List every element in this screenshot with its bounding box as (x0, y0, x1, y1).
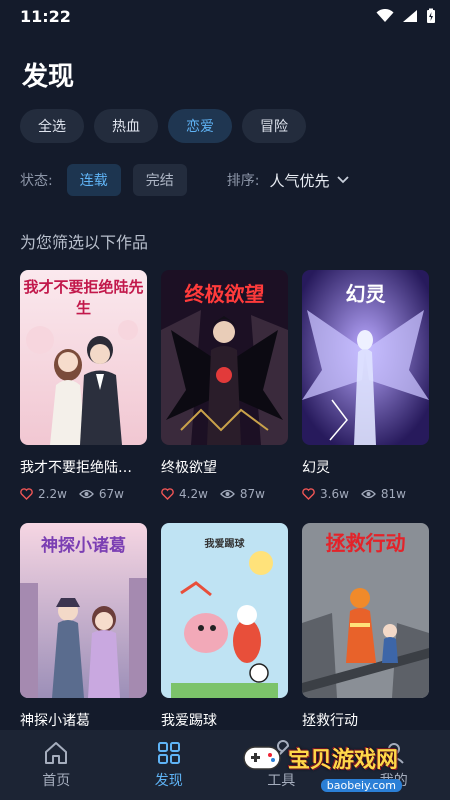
page-title: 发现 (22, 62, 75, 92)
nav-home[interactable]: 首页 (6, 740, 106, 790)
watermark: 宝贝游戏网 baobeiy.com (242, 736, 442, 792)
work-card[interactable]: 我才不要拒绝陆先生 我才不要拒绝陆… 2.2w 67w (20, 270, 147, 501)
heart-icon (161, 488, 174, 500)
gamepad-icon (243, 746, 281, 770)
work-cover[interactable]: 我才不要拒绝陆先生 (20, 270, 147, 445)
grid-icon (157, 742, 180, 764)
tag-hot-blood[interactable]: 热血 (94, 109, 158, 143)
watermark-url: baobeiy.com (320, 779, 402, 792)
cover-title: 我爱踢球 (204, 539, 245, 550)
likes-stat: 3.6w (302, 487, 349, 501)
home-icon (45, 742, 68, 764)
tag-all[interactable]: 全选 (20, 109, 84, 143)
cover-title: 幻灵 (345, 282, 386, 306)
sort-dropdown[interactable]: 人气优先 (269, 170, 329, 191)
chevron-down-icon[interactable] (337, 176, 350, 184)
work-cover[interactable]: 幻灵 (302, 270, 429, 445)
work-stats: 3.6w 81w (302, 487, 429, 501)
sort-label: 排序: (226, 173, 260, 189)
views-count: 87w (239, 487, 265, 501)
work-cover[interactable]: 拯救行动 (302, 523, 429, 698)
work-cover[interactable]: 神探小诸葛 (20, 523, 147, 698)
eye-icon (220, 489, 235, 499)
nav-home-label: 首页 (42, 773, 71, 789)
work-card[interactable]: 拯救行动 拯救行动 (302, 523, 429, 730)
nav-discover-label: 发现 (154, 773, 183, 789)
work-title[interactable]: 神探小诸葛 (20, 710, 147, 730)
signal-icon (403, 10, 417, 22)
work-title[interactable]: 拯救行动 (302, 710, 429, 730)
wifi-icon (376, 9, 394, 22)
cover-title: 神探小诸葛 (41, 536, 126, 556)
tag-romance[interactable]: 恋爱 (168, 109, 232, 143)
eye-icon (79, 489, 94, 499)
work-stats: 4.2w 87w (161, 487, 288, 501)
cover-title: 我才不要拒绝陆先生 (23, 278, 144, 317)
nav-discover[interactable]: 发现 (119, 740, 219, 790)
work-cover[interactable]: 我爱踢球 (161, 523, 288, 698)
work-card[interactable]: 幻灵 幻灵 3.6w 81w (302, 270, 429, 501)
views-stat: 87w (220, 487, 265, 501)
work-stats: 2.2w 67w (20, 487, 147, 501)
work-card[interactable]: 我爱踢球 我爱踢球 (161, 523, 288, 730)
status-time: 11:22 (20, 6, 71, 26)
views-count: 67w (98, 487, 124, 501)
state-completed-chip[interactable]: 完结 (132, 164, 187, 196)
cover-title: 终极欲望 (184, 282, 265, 306)
tag-adventure[interactable]: 冒险 (242, 109, 306, 143)
status-bar: 11:22 (0, 0, 450, 32)
work-title[interactable]: 我才不要拒绝陆… (20, 457, 147, 477)
work-title[interactable]: 我爱踢球 (161, 710, 288, 730)
work-cover[interactable]: 终极欲望 (161, 270, 288, 445)
views-count: 81w (380, 487, 406, 501)
watermark-text: 宝贝游戏网 (288, 748, 399, 773)
battery-icon (427, 8, 435, 23)
section-title: 为您筛选以下作品 (20, 233, 149, 252)
likes-count: 3.6w (320, 487, 349, 501)
genre-tag-row: 全选 热血 恋爱 冒险 (20, 109, 306, 143)
work-card[interactable]: 神探小诸葛 神探小诸葛 (20, 523, 147, 730)
state-ongoing-chip[interactable]: 连载 (66, 164, 121, 196)
filter-row: 状态: 连载 完结 排序: 人气优先 (20, 164, 430, 196)
likes-count: 2.2w (38, 487, 67, 501)
status-icons (376, 8, 436, 24)
eye-icon (361, 489, 376, 499)
likes-stat: 4.2w (161, 487, 208, 501)
work-title[interactable]: 幻灵 (302, 457, 429, 477)
heart-icon (20, 488, 33, 500)
work-card[interactable]: 终极欲望 终极欲望 4.2w 87w (161, 270, 288, 501)
works-grid: 我才不要拒绝陆先生 我才不要拒绝陆… 2.2w 67w 终极欲望 终极欲望 4.… (20, 270, 430, 730)
state-label: 状态: (20, 173, 53, 189)
likes-stat: 2.2w (20, 487, 67, 501)
heart-icon (302, 488, 315, 500)
views-stat: 81w (361, 487, 406, 501)
likes-count: 4.2w (179, 487, 208, 501)
cover-title: 拯救行动 (325, 531, 406, 555)
views-stat: 67w (79, 487, 124, 501)
work-title[interactable]: 终极欲望 (161, 457, 288, 477)
